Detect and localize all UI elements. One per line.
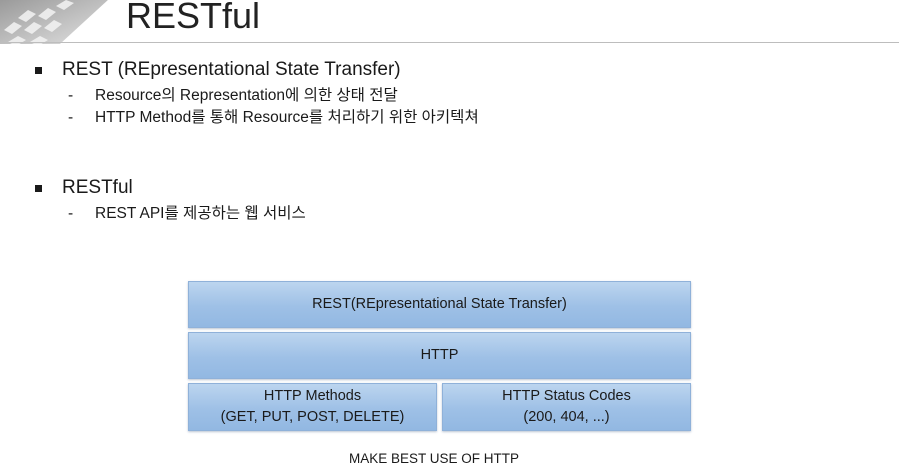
diagram-caption: MAKE BEST USE OF HTTP [348, 451, 520, 466]
square-bullet-icon [35, 185, 42, 192]
http-status-codes-title: HTTP Status Codes [502, 388, 631, 404]
dash-bullet-icon: - [68, 87, 74, 104]
slide-title: RESTful [126, 0, 261, 36]
diagram-block-rest: REST(REpresentational State Transfer) [188, 281, 691, 328]
bullet-restful: RESTful [62, 177, 133, 198]
http-status-codes-list: (200, 404, ...) [523, 409, 610, 425]
title-divider [0, 42, 899, 43]
corner-decoration-graphic [0, 0, 108, 44]
dash-bullet-icon: - [68, 205, 74, 222]
diagram-block-http: HTTP [188, 332, 691, 379]
diagram-block-http-methods: HTTP Methods (GET, PUT, POST, DELETE) [188, 383, 437, 431]
diagram-block-http-status-codes: HTTP Status Codes (200, 404, ...) [442, 383, 691, 431]
sub-bullet-resource-representation: Resource의 Representation에 의한 상태 전달 [95, 87, 398, 104]
diagram-block-http-label: HTTP [420, 347, 459, 363]
sub-bullet-http-method-architecture: HTTP Method를 통해 Resource를 처리하기 위한 아키텍쳐 [95, 109, 479, 126]
http-methods-list: (GET, PUT, POST, DELETE) [220, 409, 405, 425]
diagram-block-rest-label: REST(REpresentational State Transfer) [312, 296, 567, 312]
sub-bullet-rest-api-web-service: REST API를 제공하는 웹 서비스 [95, 205, 306, 222]
bullet-rest-definition: REST (REpresentational State Transfer) [62, 59, 401, 80]
http-methods-title: HTTP Methods [263, 388, 362, 404]
square-bullet-icon [35, 67, 42, 74]
dash-bullet-icon: - [68, 109, 74, 126]
